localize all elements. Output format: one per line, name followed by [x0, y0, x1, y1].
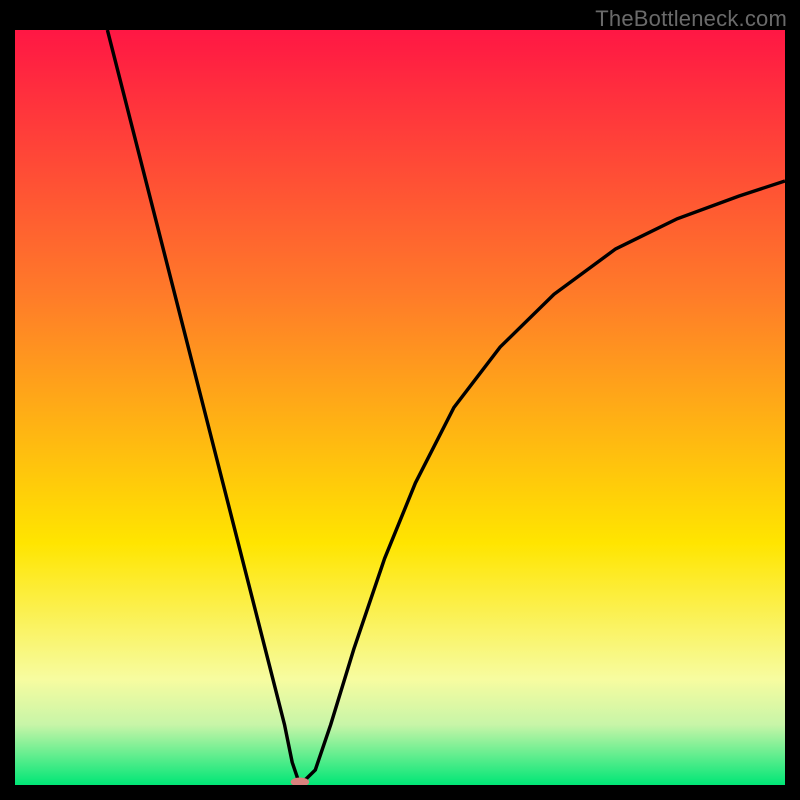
watermark-text: TheBottleneck.com [595, 6, 787, 32]
chart-svg [15, 30, 785, 785]
gradient-background [15, 30, 785, 785]
chart-frame [15, 30, 785, 785]
